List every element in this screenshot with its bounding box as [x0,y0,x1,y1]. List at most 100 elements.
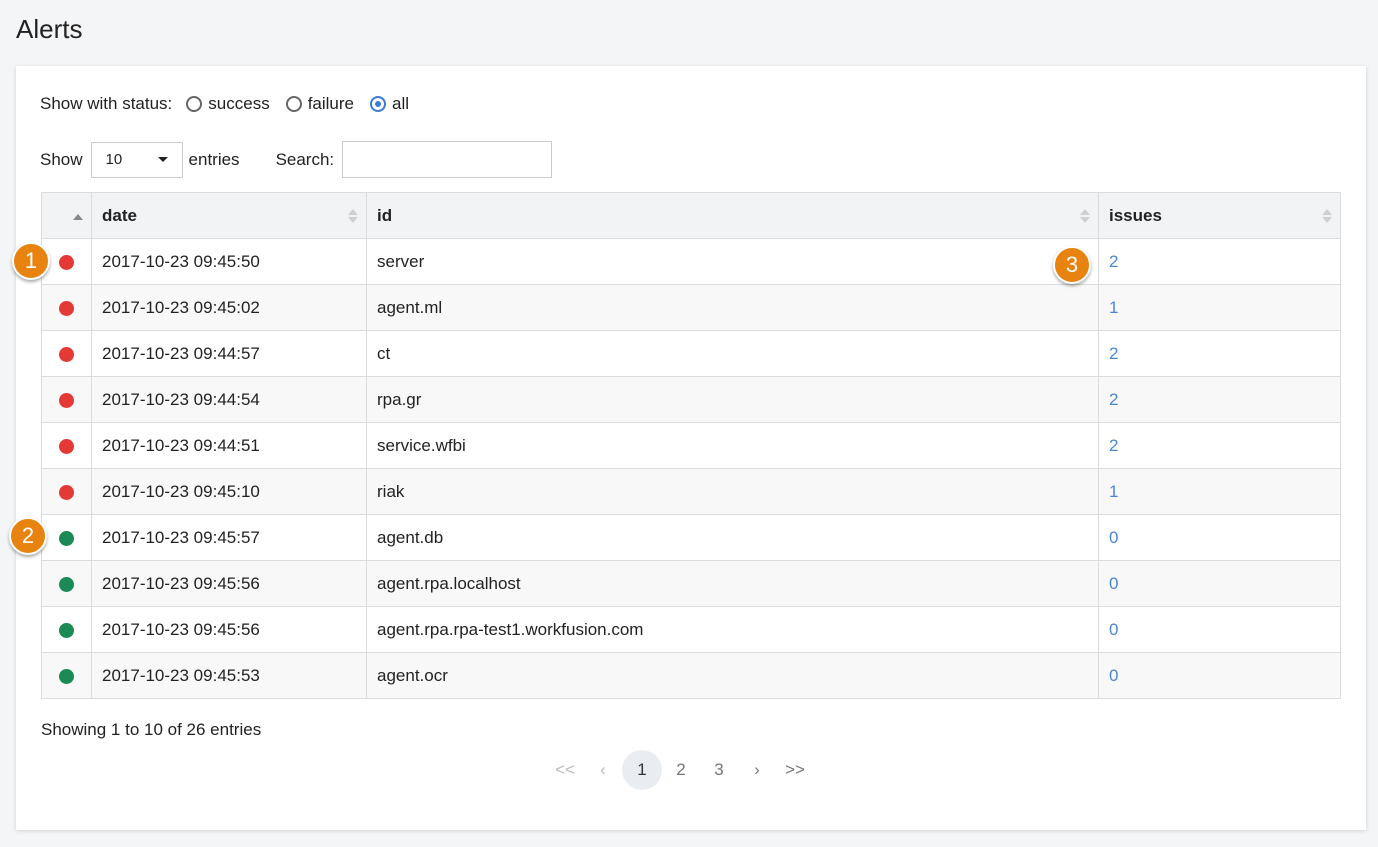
table-controls: Show 10 entries Search: [40,141,553,178]
date-cell: 2017-10-23 09:45:56 [91,560,367,607]
id-cell: riak [366,468,1099,515]
column-header-id-label[interactable]: id [377,206,392,225]
status-filter: Show with status: success failure all [40,94,425,114]
id-cell: service.wfbi [366,422,1099,469]
radio-success[interactable]: success [186,94,270,114]
id-cell: rpa.gr [366,376,1099,423]
issues-cell: 0 [1098,606,1341,653]
issues-link[interactable]: 1 [1109,482,1118,501]
issues-cell: 2 [1098,376,1341,423]
issues-cell: 2 [1098,422,1341,469]
date-cell: 2017-10-23 09:45:57 [91,514,367,561]
status-cell [41,560,92,607]
first-page-button[interactable]: << [546,750,584,790]
status-cell [41,284,92,331]
status-dot-icon [59,622,74,638]
issues-link[interactable]: 2 [1109,344,1118,363]
column-header-issues-label[interactable]: issues [1109,206,1162,225]
next-page-button[interactable]: › [738,750,776,790]
issues-link[interactable]: 1 [1109,298,1118,317]
prev-page-button[interactable]: ‹ [584,750,622,790]
issues-link[interactable]: 0 [1109,620,1118,639]
status-dot-icon [59,484,74,500]
table-info: Showing 1 to 10 of 26 entries [41,720,262,739]
column-header-issues[interactable]: issues [1098,192,1341,239]
status-cell [41,330,92,377]
status-dot-icon [59,392,74,408]
issues-link[interactable]: 2 [1109,436,1118,455]
radio-all[interactable]: all [370,94,409,114]
table-body: 2017-10-23 09:45:50 server 2 2017-10-23 09:… [41,238,1341,699]
page-button-2[interactable]: 2 [662,750,700,790]
callout-badge-1: 1 [12,242,50,280]
radio-failure-label[interactable]: failure [308,94,354,114]
radio-failure-circle[interactable] [285,96,302,112]
chevron-down-icon[interactable] [157,157,168,162]
table-row: 2017-10-23 09:45:56 agent.rpa.rpa-test1.w… [41,606,1341,653]
issues-cell: 0 [1098,652,1341,699]
status-filter-label: Show with status: [40,94,173,113]
date-cell: 2017-10-23 09:45:56 [91,606,367,653]
last-page-button[interactable]: >> [776,750,814,790]
status-cell [41,514,92,561]
status-cell [41,468,92,515]
id-cell: agent.ocr [366,652,1099,699]
status-cell [41,376,92,423]
status-dot-icon [59,346,74,362]
radio-failure[interactable]: failure [285,94,354,114]
column-header-date[interactable]: date [91,192,367,239]
issues-link[interactable]: 0 [1109,666,1118,685]
id-cell: agent.db [366,514,1099,561]
date-cell: 2017-10-23 09:45:10 [91,468,367,515]
table-row: 2017-10-23 09:44:54 rpa.gr 2 [41,376,1341,423]
issues-cell: 2 [1098,330,1341,377]
id-cell: server [366,238,1099,285]
issues-cell: 2 [1098,238,1341,285]
issues-link[interactable]: 0 [1109,528,1118,547]
status-dot-icon [59,438,74,454]
sort-asc-icon[interactable] [73,208,83,224]
issues-link[interactable]: 2 [1109,252,1118,271]
status-dot-icon [59,576,74,592]
callout-badge-3: 3 [1053,246,1091,284]
status-cell [41,652,92,699]
date-cell: 2017-10-23 09:45:53 [91,652,367,699]
callout-badge-2: 2 [9,517,47,555]
id-cell: agent.rpa.rpa-test1.workfusion.com [366,606,1099,653]
search-input[interactable] [342,141,553,178]
sort-icon[interactable] [348,208,358,224]
column-header-date-label[interactable]: date [102,206,137,225]
entries-select[interactable]: 10 [90,141,183,178]
status-dot-icon [59,530,74,546]
issues-cell: 1 [1098,468,1341,515]
table-row: 2017-10-23 09:45:50 server 2 [41,238,1341,285]
page-button-1[interactable]: 1 [622,750,662,790]
issues-link[interactable]: 0 [1109,574,1118,593]
issues-cell: 0 [1098,514,1341,561]
table-row: 2017-10-23 09:45:02 agent.ml 1 [41,284,1341,331]
id-cell: agent.ml [366,284,1099,331]
date-cell: 2017-10-23 09:44:51 [91,422,367,469]
date-cell: 2017-10-23 09:44:57 [91,330,367,377]
pagination: << ‹ 1 2 3 › >> [546,750,814,790]
table-row: 2017-10-23 09:44:57 ct 2 [41,330,1341,377]
issues-link[interactable]: 2 [1109,390,1118,409]
status-cell [41,422,92,469]
column-header-id[interactable]: id [366,192,1099,239]
sort-icon[interactable] [1322,208,1332,224]
id-cell: agent.rpa.localhost [366,560,1099,607]
radio-success-label[interactable]: success [208,94,269,114]
show-label: Show [40,149,83,169]
radio-all-circle[interactable] [370,96,387,112]
column-header-status[interactable] [41,192,92,239]
sort-icon[interactable] [1080,208,1090,224]
issues-cell: 0 [1098,560,1341,607]
radio-success-circle[interactable] [186,96,203,112]
entries-select-value[interactable]: 10 [106,151,123,168]
page-button-3[interactable]: 3 [700,750,738,790]
table-header-row: date id issues [41,192,1341,239]
entries-label: entries [188,149,240,169]
table-row: 2017-10-23 09:45:56 agent.rpa.localhost 0 [41,560,1341,607]
radio-all-label[interactable]: all [392,94,409,114]
table-row: 2017-10-23 09:45:53 agent.ocr 0 [41,652,1341,699]
